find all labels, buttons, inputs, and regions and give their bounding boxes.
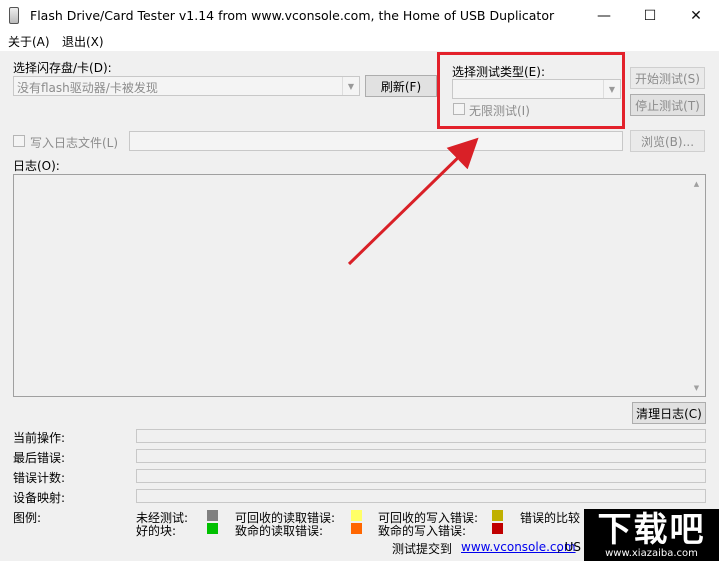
watermark-url: www.xiazaiba.com xyxy=(605,548,698,559)
watermark-logo: 下载吧 www.xiazaiba.com xyxy=(584,509,719,561)
watermark-title: 下载吧 xyxy=(597,510,706,550)
annotation-arrow xyxy=(347,137,479,266)
